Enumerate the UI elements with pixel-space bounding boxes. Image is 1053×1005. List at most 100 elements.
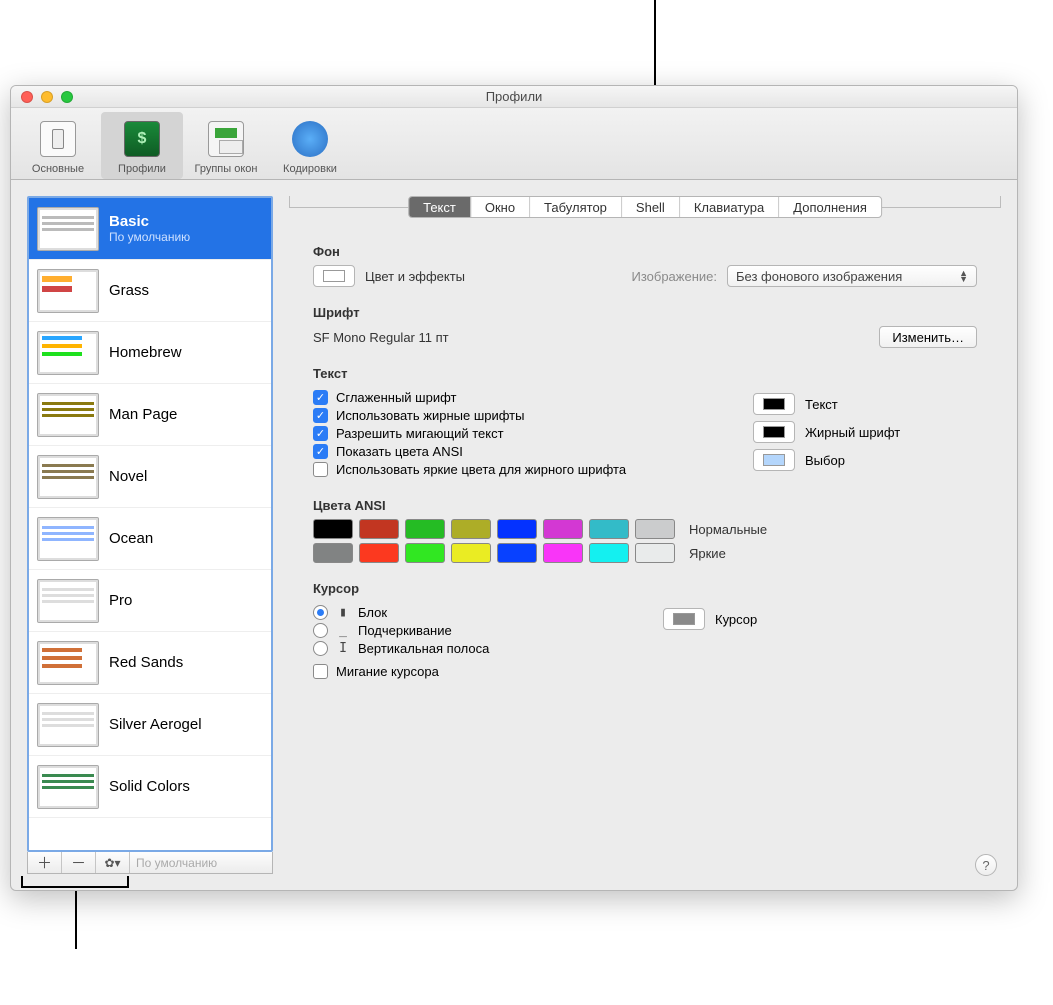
settings-tabs: ТекстОкноТабуляторShellКлавиатураДополне… xyxy=(408,196,882,218)
profile-name: Silver Aerogel xyxy=(109,716,202,733)
profile-settings-panel: ТекстОкноТабуляторShellКлавиатураДополне… xyxy=(289,196,1001,874)
ansi-swatch[interactable] xyxy=(405,543,445,563)
ansi-swatch[interactable] xyxy=(313,519,353,539)
encodings-icon xyxy=(292,121,328,157)
ansi-swatch[interactable] xyxy=(589,519,629,539)
change-font-button[interactable]: Изменить… xyxy=(879,326,977,348)
cursor-underline-radio[interactable]: _Подчеркивание xyxy=(313,623,603,638)
font-value: SF Mono Regular 11 пт xyxy=(313,330,449,345)
section-ansi: Цвета ANSI xyxy=(313,498,977,513)
text-color-button[interactable] xyxy=(753,393,795,415)
tab-клавиатура[interactable]: Клавиатура xyxy=(680,197,779,217)
section-font: Шрифт xyxy=(313,305,977,320)
cursor-vbar-radio[interactable]: IВертикальная полоса xyxy=(313,641,603,656)
ansi-swatch[interactable] xyxy=(359,519,399,539)
window-groups-icon xyxy=(208,121,244,157)
bg-color-label: Цвет и эффекты xyxy=(365,269,465,284)
tab-shell[interactable]: Shell xyxy=(622,197,680,217)
bg-image-label: Изображение: xyxy=(631,269,717,284)
section-cursor: Курсор xyxy=(313,581,977,596)
profiles-icon xyxy=(124,121,160,157)
ansi-swatch[interactable] xyxy=(543,519,583,539)
toolbar-label: Группы окон xyxy=(195,163,258,175)
help-button[interactable]: ? xyxy=(975,854,997,876)
tab-дополнения[interactable]: Дополнения xyxy=(779,197,881,217)
window-title: Профили xyxy=(486,89,543,104)
profile-row-man-page[interactable]: Man Page xyxy=(29,384,271,446)
cursor-blink-checkbox[interactable]: Мигание курсора xyxy=(313,664,603,679)
toolbar-general[interactable]: Основные xyxy=(17,112,99,179)
ansi-swatch[interactable] xyxy=(497,543,537,563)
ansi-swatch[interactable] xyxy=(497,519,537,539)
ansi-swatch[interactable] xyxy=(589,543,629,563)
minimize-button[interactable] xyxy=(41,91,53,103)
bold-fonts-checkbox[interactable]: ✓Использовать жирные шрифты xyxy=(313,408,693,423)
tab-окно[interactable]: Окно xyxy=(471,197,530,217)
bold-color-button[interactable] xyxy=(753,421,795,443)
ansi-colors-checkbox[interactable]: ✓Показать цвета ANSI xyxy=(313,444,693,459)
remove-profile-button[interactable]: － xyxy=(62,852,96,873)
cursor-block-radio[interactable]: ▮Блок xyxy=(313,605,603,620)
profile-name: Grass xyxy=(109,282,149,299)
profile-thumbnail xyxy=(37,207,99,251)
profile-row-grass[interactable]: Grass xyxy=(29,260,271,322)
general-icon xyxy=(40,121,76,157)
profile-row-solid-colors[interactable]: Solid Colors xyxy=(29,756,271,818)
ansi-normal-row: Нормальные xyxy=(313,519,977,539)
profile-row-silver-aerogel[interactable]: Silver Aerogel xyxy=(29,694,271,756)
toolbar-window-groups[interactable]: Группы окон xyxy=(185,112,267,179)
profile-row-ocean[interactable]: Ocean xyxy=(29,508,271,570)
bg-image-select[interactable]: Без фонового изображения ▲▼ xyxy=(727,265,977,287)
bg-color-button[interactable] xyxy=(313,265,355,287)
profile-thumbnail xyxy=(37,455,99,499)
callout-line-bottom xyxy=(75,891,77,949)
ansi-bright-row: Яркие xyxy=(313,543,977,563)
ansi-swatch[interactable] xyxy=(543,543,583,563)
profile-thumbnail xyxy=(37,269,99,313)
section-text: Текст xyxy=(313,366,977,381)
block-cursor-icon: ▮ xyxy=(336,605,350,620)
profiles-list[interactable]: BasicПо умолчанию Grass Homebrew Man Page No… xyxy=(27,196,273,852)
profile-row-homebrew[interactable]: Homebrew xyxy=(29,322,271,384)
preferences-window: Профили Основные Профили Группы окон Код… xyxy=(10,85,1018,891)
titlebar: Профили xyxy=(11,86,1017,108)
ansi-swatch[interactable] xyxy=(313,543,353,563)
antialias-checkbox[interactable]: ✓Сглаженный шрифт xyxy=(313,390,693,405)
close-button[interactable] xyxy=(21,91,33,103)
profiles-sidebar: BasicПо умолчанию Grass Homebrew Man Page No… xyxy=(27,196,273,874)
toolbar-label: Основные xyxy=(32,163,84,175)
profile-name: Man Page xyxy=(109,406,177,423)
ansi-swatch[interactable] xyxy=(451,519,491,539)
ansi-swatch[interactable] xyxy=(635,519,675,539)
ansi-swatch[interactable] xyxy=(405,519,445,539)
blink-text-checkbox[interactable]: ✓Разрешить мигающий текст xyxy=(313,426,693,441)
profile-thumbnail xyxy=(37,703,99,747)
chevron-updown-icon: ▲▼ xyxy=(959,270,968,282)
tab-текст[interactable]: Текст xyxy=(409,197,471,217)
profile-row-basic[interactable]: BasicПо умолчанию xyxy=(29,198,271,260)
profile-thumbnail xyxy=(37,393,99,437)
profile-actions-menu[interactable]: ✿▾ xyxy=(96,852,130,873)
tabs-container: ТекстОкноТабуляторShellКлавиатураДополне… xyxy=(289,196,1001,220)
cursor-color-button[interactable] xyxy=(663,608,705,630)
profile-thumbnail xyxy=(37,517,99,561)
ansi-swatch[interactable] xyxy=(451,543,491,563)
selection-color-button[interactable] xyxy=(753,449,795,471)
underline-cursor-icon: _ xyxy=(336,623,350,638)
text-pane: Фон Цвет и эффекты Изображение: Без фоно… xyxy=(289,220,1001,874)
profile-name: Pro xyxy=(109,592,132,609)
ansi-swatch[interactable] xyxy=(635,543,675,563)
ansi-swatch[interactable] xyxy=(359,543,399,563)
add-profile-button[interactable]: ＋ xyxy=(28,852,62,873)
profile-thumbnail xyxy=(37,579,99,623)
profile-row-novel[interactable]: Novel xyxy=(29,446,271,508)
profile-thumbnail xyxy=(37,331,99,375)
zoom-button[interactable] xyxy=(61,91,73,103)
profile-row-red-sands[interactable]: Red Sands xyxy=(29,632,271,694)
set-default-button[interactable]: По умолчанию xyxy=(130,852,272,873)
bright-bold-checkbox[interactable]: Использовать яркие цвета для жирного шри… xyxy=(313,462,693,477)
tab-табулятор[interactable]: Табулятор xyxy=(530,197,622,217)
toolbar-encodings[interactable]: Кодировки xyxy=(269,112,351,179)
profile-row-pro[interactable]: Pro xyxy=(29,570,271,632)
toolbar-profiles[interactable]: Профили xyxy=(101,112,183,179)
